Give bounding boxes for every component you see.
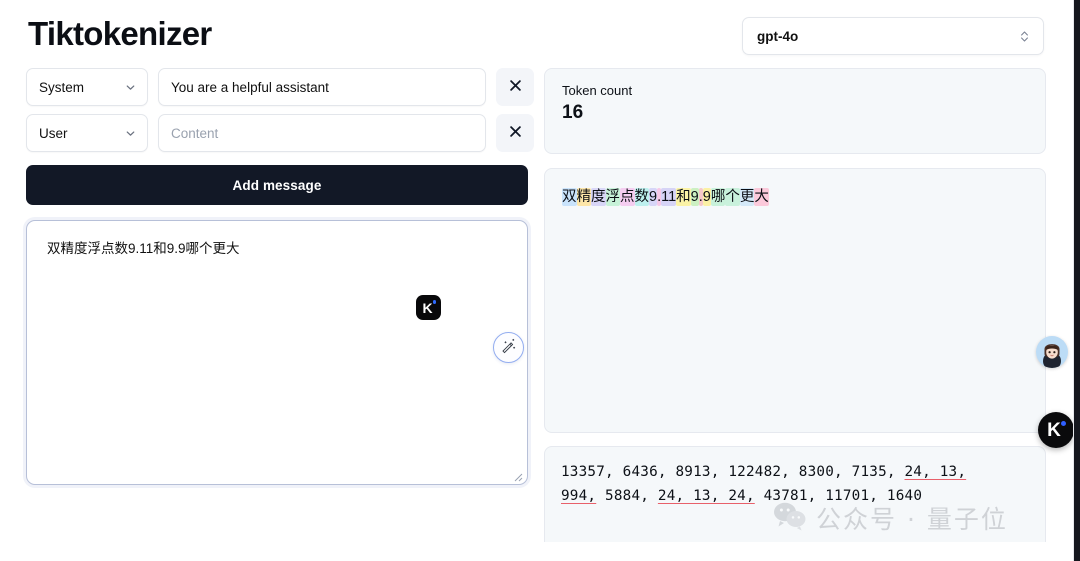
avatar[interactable]: [1036, 336, 1068, 368]
model-select-value: gpt-4o: [757, 28, 799, 44]
prompt-editor-container: K: [26, 220, 528, 486]
token-segment: 9: [690, 188, 699, 206]
token-segment: 数: [634, 188, 649, 206]
message-content-user[interactable]: [158, 114, 486, 153]
token-segment: 11: [661, 188, 677, 206]
window-edge: [1074, 0, 1080, 561]
right-panel: gpt-4o Token count 16 双精度浮点数9.11和9.9哪个更大…: [544, 0, 1046, 542]
kimi-assistant-badge[interactable]: K: [1038, 412, 1074, 448]
token-id-group-underlined: 994,: [561, 487, 597, 504]
message-row-system: System: [26, 68, 534, 107]
token-count-panel: Token count 16: [544, 68, 1046, 154]
ime-status-dot-icon: [432, 300, 436, 304]
message-row-user: User: [26, 114, 534, 153]
token-id-group: 5884,: [596, 487, 658, 504]
token-segment: 9: [649, 188, 658, 206]
tokenized-text-panel: 双精度浮点数9.11和9.9哪个更大: [544, 168, 1046, 433]
token-ids-text: 13357, 6436, 8913, 122482, 8300, 7135, 2…: [561, 461, 1029, 508]
tokenized-text: 双精度浮点数9.11和9.9哪个更大: [562, 188, 1028, 208]
role-select-system[interactable]: System: [26, 68, 148, 107]
close-icon: [508, 124, 523, 142]
message-content-system[interactable]: [158, 68, 486, 107]
token-ids-panel: 13357, 6436, 8913, 122482, 8300, 7135, 2…: [544, 446, 1046, 542]
token-segment: 9: [702, 188, 711, 206]
prompt-textarea[interactable]: [26, 220, 528, 486]
token-segment: 度: [591, 188, 606, 206]
role-select-user[interactable]: User: [26, 114, 148, 153]
token-segment: 点: [620, 188, 635, 206]
token-segment: 双: [562, 188, 577, 206]
token-count-label: Token count: [562, 83, 633, 98]
remove-message-system-button[interactable]: [496, 68, 534, 107]
token-id-group-underlined: 24, 13, 24,: [657, 487, 755, 504]
token-segment: 更: [739, 188, 755, 206]
token-segment: 大: [754, 188, 769, 206]
add-message-button[interactable]: Add message: [26, 165, 528, 206]
chevron-down-icon: [124, 81, 137, 94]
close-icon: [508, 78, 523, 96]
role-select-user-label: User: [39, 125, 68, 141]
token-segment: 和: [676, 188, 691, 206]
chevron-down-icon: [124, 127, 137, 140]
ime-indicator-icon: K: [416, 295, 441, 321]
token-id-group: 13357, 6436, 8913, 122482, 8300, 7135,: [561, 464, 905, 480]
token-segment: 精: [576, 188, 591, 206]
left-panel: Tiktokenizer System You are a helpful as…: [26, 0, 534, 486]
token-id-group-underlined: 24, 13,: [904, 464, 967, 480]
page-title: Tiktokenizer: [28, 15, 212, 52]
token-segment: 个: [725, 188, 740, 206]
model-select[interactable]: gpt-4o: [742, 17, 1044, 55]
remove-message-user-button[interactable]: [496, 114, 534, 153]
token-segment: 哪: [710, 188, 726, 206]
k-badge-letter: K: [1047, 419, 1061, 441]
k-badge-dot-icon: [1061, 421, 1066, 426]
token-count-value: 16: [562, 102, 584, 123]
role-select-system-label: System: [39, 79, 85, 95]
tiktokenizer-app: Tiktokenizer System You are a helpful as…: [0, 0, 1080, 561]
ime-k-letter: K: [422, 299, 433, 316]
token-id-group: 43781, 11701, 1640: [754, 487, 923, 504]
magic-wand-icon: [500, 337, 517, 359]
token-segment: 浮: [605, 188, 620, 206]
chevron-up-down-icon: [1018, 29, 1031, 44]
